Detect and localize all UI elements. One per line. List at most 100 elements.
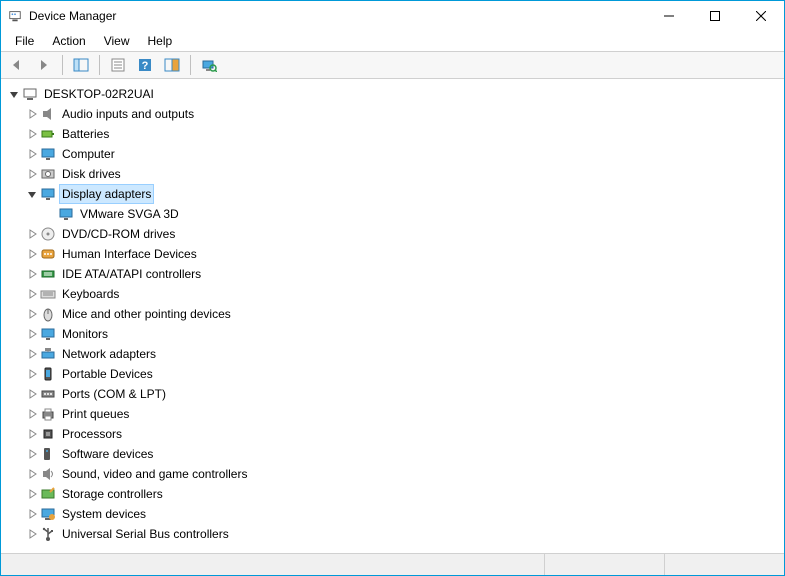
chevron-right-icon[interactable]	[25, 387, 39, 401]
tree-node[interactable]: Mice and other pointing devices	[7, 305, 233, 323]
maximize-button[interactable]	[692, 1, 738, 31]
system-icon	[40, 506, 56, 522]
tree-node[interactable]: Ports (COM & LPT)	[7, 385, 168, 403]
tree-node[interactable]: DVD/CD-ROM drives	[7, 225, 177, 243]
chevron-right-icon[interactable]	[25, 527, 39, 541]
help-button[interactable]: ?	[133, 54, 157, 76]
scan-hardware-button[interactable]	[197, 54, 221, 76]
tree-node-label: DESKTOP-02R2UAI	[42, 85, 156, 103]
tree-node-label: Sound, video and game controllers	[60, 465, 249, 483]
tree-node-label: Monitors	[60, 325, 110, 343]
tree-node[interactable]: IDE ATA/ATAPI controllers	[7, 265, 203, 283]
chevron-right-icon[interactable]	[25, 247, 39, 261]
tree-node[interactable]: VMware SVGA 3D	[7, 205, 181, 223]
show-hide-tree-button[interactable]	[69, 54, 93, 76]
toolbar: ?	[1, 51, 784, 79]
tree-node-label: Print queues	[60, 405, 131, 423]
tree-node[interactable]: Monitors	[7, 325, 110, 343]
status-cell	[544, 554, 664, 575]
audio-icon	[40, 106, 56, 122]
tree-node-label: Batteries	[60, 125, 111, 143]
monitor-icon	[40, 326, 56, 342]
chevron-down-icon[interactable]	[25, 187, 39, 201]
tree-node[interactable]: Display adapters	[7, 185, 153, 203]
tree-node[interactable]: Sound, video and game controllers	[7, 465, 249, 483]
monitor-icon	[58, 206, 74, 222]
device-tree[interactable]: DESKTOP-02R2UAI Audio inputs and outputs B…	[1, 79, 784, 553]
tree-node[interactable]: Processors	[7, 425, 124, 443]
tree-node[interactable]: Storage controllers	[7, 485, 165, 503]
tree-node[interactable]: Portable Devices	[7, 365, 155, 383]
tree-node-label: Universal Serial Bus controllers	[60, 525, 231, 543]
tree-node[interactable]: Disk drives	[7, 165, 123, 183]
menu-help[interactable]: Help	[140, 32, 181, 50]
storage-icon	[40, 486, 56, 502]
tree-node[interactable]: Audio inputs and outputs	[7, 105, 196, 123]
chevron-right-icon[interactable]	[25, 107, 39, 121]
tree-node-label: System devices	[60, 505, 148, 523]
status-cell	[1, 554, 544, 575]
tree-node[interactable]: Network adapters	[7, 345, 158, 363]
window-controls	[646, 1, 784, 31]
tree-node[interactable]: Computer	[7, 145, 117, 163]
tree-node[interactable]: Batteries	[7, 125, 111, 143]
monitor-icon	[40, 186, 56, 202]
device-manager-window: Device Manager File Action View Help ? D…	[0, 0, 785, 576]
status-cell	[664, 554, 784, 575]
menu-action[interactable]: Action	[44, 32, 93, 50]
battery-icon	[40, 126, 56, 142]
svg-text:?: ?	[142, 60, 149, 72]
chevron-right-icon[interactable]	[25, 407, 39, 421]
minimize-button[interactable]	[646, 1, 692, 31]
tree-node-label: Human Interface Devices	[60, 245, 199, 263]
tree-node[interactable]: DESKTOP-02R2UAI	[7, 85, 156, 103]
chevron-down-icon[interactable]	[7, 87, 21, 101]
hid-icon	[40, 246, 56, 262]
chevron-right-icon[interactable]	[25, 347, 39, 361]
software-icon	[40, 446, 56, 462]
chevron-right-icon[interactable]	[25, 367, 39, 381]
usb-icon	[40, 526, 56, 542]
chevron-right-icon[interactable]	[25, 487, 39, 501]
tree-node[interactable]: Software devices	[7, 445, 155, 463]
action-center-button[interactable]	[160, 54, 184, 76]
network-icon	[40, 346, 56, 362]
chevron-right-icon[interactable]	[25, 287, 39, 301]
chevron-right-icon[interactable]	[25, 127, 39, 141]
chevron-right-icon[interactable]	[25, 507, 39, 521]
tree-node-label: Storage controllers	[60, 485, 165, 503]
tree-node[interactable]: System devices	[7, 505, 148, 523]
expander-spacer	[43, 207, 57, 221]
chevron-right-icon[interactable]	[25, 167, 39, 181]
tree-node[interactable]: Print queues	[7, 405, 131, 423]
tree-node-label: Computer	[60, 145, 117, 163]
chevron-right-icon[interactable]	[25, 227, 39, 241]
menu-file[interactable]: File	[7, 32, 42, 50]
properties-button[interactable]	[106, 54, 130, 76]
toolbar-separator	[62, 55, 63, 75]
tree-node-label: Audio inputs and outputs	[60, 105, 196, 123]
chevron-right-icon[interactable]	[25, 447, 39, 461]
tree-node[interactable]: Keyboards	[7, 285, 121, 303]
tree-node-label: Network adapters	[60, 345, 158, 363]
disk-icon	[40, 166, 56, 182]
menu-view[interactable]: View	[96, 32, 138, 50]
chevron-right-icon[interactable]	[25, 147, 39, 161]
forward-button[interactable]	[32, 54, 56, 76]
tree-node-label: Keyboards	[60, 285, 121, 303]
back-button[interactable]	[5, 54, 29, 76]
chevron-right-icon[interactable]	[25, 307, 39, 321]
close-button[interactable]	[738, 1, 784, 31]
toolbar-separator	[190, 55, 191, 75]
tree-node-label: Mice and other pointing devices	[60, 305, 233, 323]
tree-node[interactable]: Human Interface Devices	[7, 245, 199, 263]
tree-node-label: DVD/CD-ROM drives	[60, 225, 177, 243]
chevron-right-icon[interactable]	[25, 267, 39, 281]
pc-icon	[22, 86, 38, 102]
tree-node-label: Disk drives	[60, 165, 123, 183]
app-icon	[7, 8, 23, 24]
chevron-right-icon[interactable]	[25, 327, 39, 341]
chevron-right-icon[interactable]	[25, 427, 39, 441]
chevron-right-icon[interactable]	[25, 467, 39, 481]
tree-node[interactable]: Universal Serial Bus controllers	[7, 525, 231, 543]
